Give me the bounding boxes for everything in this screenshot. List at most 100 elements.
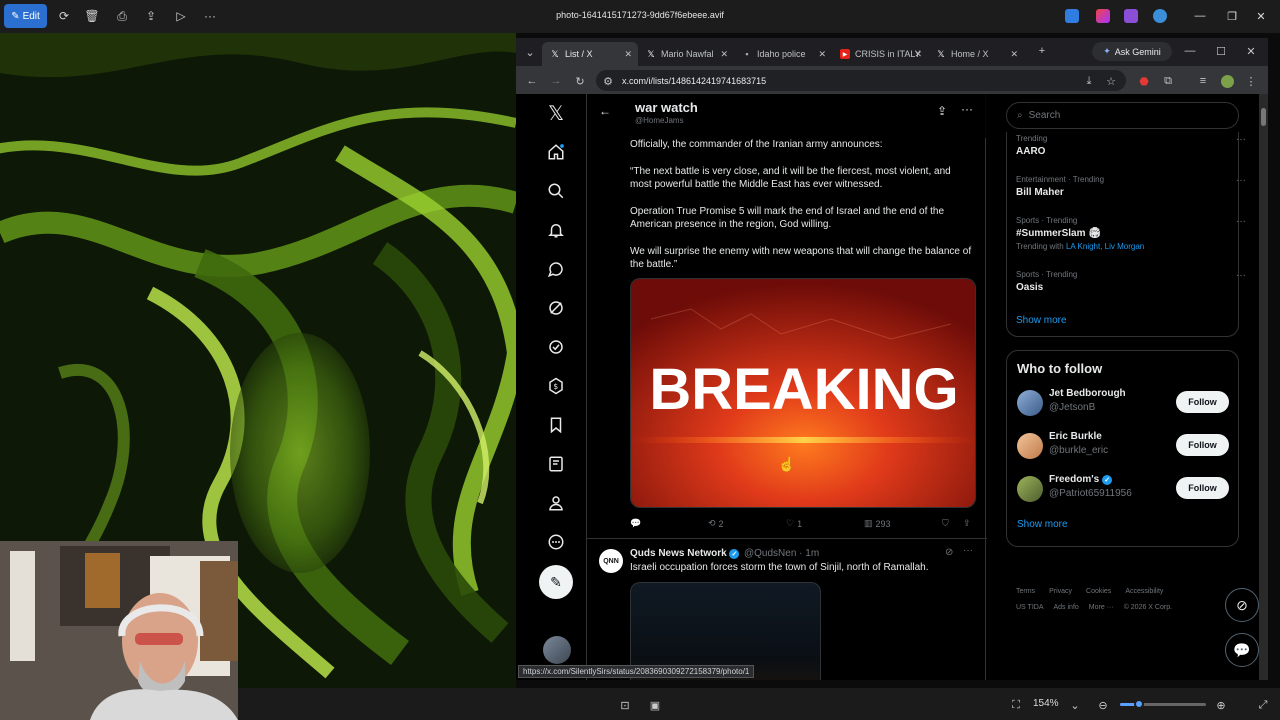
lists-icon[interactable]: [544, 452, 568, 476]
follow-button[interactable]: Follow: [1176, 434, 1229, 456]
crop-icon[interactable]: ▣: [647, 697, 663, 713]
close-tab-icon[interactable]: ✕: [624, 49, 632, 60]
account-avatar[interactable]: [543, 636, 571, 664]
ask-gemini-button[interactable]: ✦ Ask Gemini: [1092, 42, 1172, 61]
extensions-icon[interactable]: ⧉: [1160, 73, 1176, 89]
app-icon[interactable]: [1096, 9, 1110, 23]
fullscreen-icon[interactable]: ⤢: [1255, 697, 1271, 713]
close-tab-icon[interactable]: ✕: [720, 49, 728, 60]
tab-search-icon[interactable]: ⌄: [522, 44, 538, 60]
tab-list-x[interactable]: 𝕏 List / X ✕: [542, 42, 638, 66]
tab-home-x[interactable]: 𝕏 Home / X ✕: [928, 42, 1024, 66]
more-icon[interactable]: ···: [1236, 216, 1246, 227]
more-icon[interactable]: ···: [1236, 175, 1246, 186]
footer-link[interactable]: Accessibility: [1125, 588, 1163, 595]
avatar[interactable]: [1017, 433, 1043, 459]
follow-name[interactable]: Jet Bedborough: [1049, 388, 1126, 399]
bookmarks-icon[interactable]: [544, 413, 568, 437]
follow-handle[interactable]: @burkle_eric: [1049, 445, 1108, 456]
tab-crisis-italy[interactable]: ▶ CRISIS in ITALY ✕: [832, 42, 928, 66]
close-tab-icon[interactable]: ✕: [1010, 49, 1018, 60]
follow-handle[interactable]: @JetsonB: [1049, 402, 1095, 413]
edit-button[interactable]: ✎ Edit: [4, 4, 47, 28]
more-icon[interactable]: ···: [961, 102, 973, 116]
follow-name[interactable]: Freedom's ✓: [1049, 474, 1113, 485]
adblock-icon[interactable]: ⬣: [1136, 73, 1152, 89]
compose-post-button[interactable]: ✎: [539, 565, 573, 599]
trend-name[interactable]: Bill Maher: [1016, 187, 1064, 198]
explore-icon[interactable]: [544, 179, 568, 203]
share-icon[interactable]: ⇪: [937, 104, 947, 118]
author-handle-time[interactable]: @QudsNen · 1m: [744, 548, 819, 559]
profile-icon[interactable]: [544, 491, 568, 515]
menu-icon[interactable]: ⋮: [1243, 73, 1259, 89]
notifications-icon[interactable]: [544, 218, 568, 242]
grok-fab-button[interactable]: ⊘: [1225, 588, 1259, 622]
tweet-media[interactable]: BREAKING: [630, 278, 976, 508]
zoom-slider-handle[interactable]: [1134, 699, 1144, 709]
follow-button[interactable]: Follow: [1176, 477, 1229, 499]
rotate-icon[interactable]: ⟳: [55, 7, 73, 25]
messages-icon[interactable]: [544, 257, 568, 281]
reading-list-icon[interactable]: ≡: [1195, 73, 1211, 89]
tab-mario-nawfal[interactable]: 𝕏 Mario Nawfal ✕: [638, 42, 734, 66]
back-arrow-icon[interactable]: ←: [599, 104, 611, 118]
reload-icon[interactable]: ↻: [572, 73, 588, 89]
close-tab-icon[interactable]: ✕: [914, 49, 922, 60]
close-icon[interactable]: ✕: [1243, 43, 1259, 59]
bookmark-star-icon[interactable]: ☆: [1103, 73, 1119, 89]
footer-link[interactable]: US TIDA: [1016, 604, 1044, 611]
grok-icon[interactable]: [544, 296, 568, 320]
trend-name[interactable]: #SummerSlam 🏟: [1016, 228, 1101, 239]
trend-name[interactable]: Oasis: [1016, 282, 1043, 293]
list-owner-handle[interactable]: @HomeJams: [635, 116, 684, 125]
follow-handle[interactable]: @Patriot65911956: [1049, 488, 1132, 499]
avatar[interactable]: QNN: [599, 549, 623, 573]
address-bar[interactable]: x.com/i/lists/1486142419741683715: [596, 70, 1126, 91]
show-more-follow-link[interactable]: Show more: [1017, 519, 1068, 530]
views-button[interactable]: ▥ 293: [864, 518, 891, 529]
footer-link[interactable]: More ···: [1089, 604, 1114, 611]
avatar[interactable]: [1017, 476, 1043, 502]
like-button[interactable]: ♡ 1: [786, 518, 802, 529]
more-options-icon[interactable]: [544, 530, 568, 554]
share-icon[interactable]: ⇪: [142, 7, 160, 25]
more-icon[interactable]: ···: [1236, 270, 1246, 281]
search-input[interactable]: ⌕ Search: [1006, 102, 1239, 129]
footer-link[interactable]: Ads info: [1054, 604, 1079, 611]
close-icon[interactable]: ✕: [1253, 8, 1269, 24]
zoom-in-icon[interactable]: ⊕: [1213, 697, 1229, 713]
home-icon[interactable]: [544, 140, 568, 164]
new-tab-icon[interactable]: +: [1034, 43, 1050, 59]
fit-icon[interactable]: ⊡: [617, 697, 633, 713]
author-name[interactable]: Quds News Network ✓: [630, 548, 740, 559]
scrollbar-thumb[interactable]: [1261, 108, 1266, 126]
avatar[interactable]: [1017, 390, 1043, 416]
minimize-icon[interactable]: —: [1192, 8, 1208, 24]
grok-icon[interactable]: ⊘: [945, 547, 953, 558]
more-icon[interactable]: ···: [201, 7, 219, 25]
follow-button[interactable]: Follow: [1176, 391, 1229, 413]
maximize-icon[interactable]: ☐: [1213, 43, 1229, 59]
footer-link[interactable]: Cookies: [1086, 588, 1111, 595]
more-icon[interactable]: ···: [963, 545, 973, 556]
app-icon[interactable]: [1065, 9, 1079, 23]
app-icon[interactable]: [1124, 9, 1138, 23]
cloud-icon[interactable]: [1153, 9, 1167, 23]
forward-icon[interactable]: →: [548, 73, 564, 89]
minimize-icon[interactable]: —: [1182, 43, 1198, 59]
follow-name[interactable]: Eric Burkle: [1049, 431, 1102, 442]
repost-button[interactable]: ⟲ 2: [708, 518, 724, 529]
profile-avatar[interactable]: [1219, 73, 1235, 89]
messages-fab-button[interactable]: 💬: [1225, 633, 1259, 667]
tab-idaho-police[interactable]: ▪ Idaho police ✕: [734, 42, 832, 66]
maximize-icon[interactable]: ❐: [1224, 8, 1240, 24]
zoom-level[interactable]: 154%: [1033, 698, 1059, 709]
show-more-trends-link[interactable]: Show more: [1016, 315, 1067, 326]
delete-icon[interactable]: 🗑: [83, 7, 101, 25]
footer-link[interactable]: Privacy: [1049, 588, 1072, 595]
bookmark-button[interactable]: ⛉: [942, 518, 949, 529]
trending-with-links[interactable]: LA Knight, Liv Morgan: [1066, 242, 1144, 251]
share-button[interactable]: ⇪: [963, 518, 971, 529]
trend-name[interactable]: AARO: [1016, 146, 1045, 157]
